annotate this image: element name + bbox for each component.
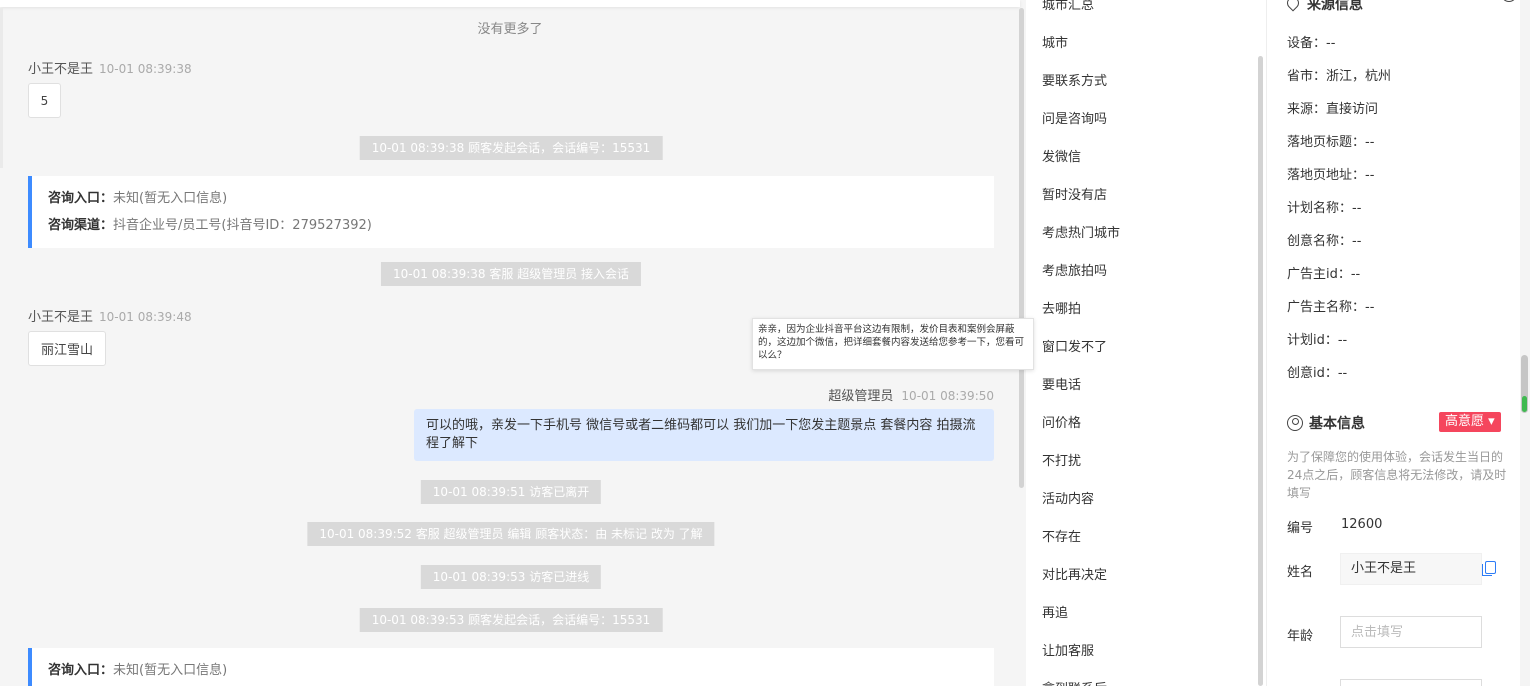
quick-reply-item[interactable]: 窗口发不了	[1042, 336, 1107, 355]
quick-reply-item[interactable]: 让加客服	[1042, 640, 1094, 659]
customer-age-field[interactable]	[1340, 616, 1482, 648]
customer-age-label: 年龄	[1287, 629, 1314, 644]
consult-channel-value: 抖音企业号/员工号(抖音号ID：279527392)	[113, 218, 372, 233]
source-info-title: 来源信息	[1284, 0, 1517, 14]
quick-reply-item[interactable]: 城市	[1042, 32, 1068, 51]
quick-reply-item[interactable]: 再追	[1042, 602, 1068, 621]
customer-info-panel: 来源信息 设备：-- 省市：浙江，杭州 来源：直接访问 落地页标题：-- 落地页…	[1266, 0, 1530, 686]
quick-reply-item[interactable]: 考虑旅拍吗	[1042, 260, 1107, 279]
visitor-message-header: 小王不是王 10-01 08:39:48	[28, 306, 192, 325]
visitor-message-header: 小王不是王 10-01 08:39:38	[28, 58, 192, 77]
quick-reply-item[interactable]: 暂时没有店	[1042, 184, 1107, 203]
source-field-region: 省市：浙江，杭州	[1287, 69, 1392, 84]
edit-deadline-note: 为了保障您的使用体验，会话发生当日的24点之后，顾客信息将无法修改，请及时填写	[1287, 450, 1507, 500]
quick-reply-item[interactable]: 去哪拍	[1042, 298, 1081, 317]
visitor-message-bubble[interactable]: 丽江雪山	[28, 331, 106, 366]
consult-entry-value: 未知(暂无入口信息)	[113, 191, 228, 206]
quick-reply-item[interactable]: 考虑热门城市	[1042, 222, 1120, 241]
consult-entry-row: 咨询入口：未知(暂无入口信息)	[48, 657, 978, 684]
source-field-advertiser-id: 广告主id：--	[1287, 267, 1361, 282]
customer-name-field[interactable]: 小王不是王	[1340, 553, 1482, 585]
consult-entry-value: 未知(暂无入口信息)	[113, 663, 228, 678]
quick-reply-item[interactable]: 活动内容	[1042, 488, 1094, 507]
quick-reply-item[interactable]: 不存在	[1042, 526, 1081, 545]
message-time: 10-01 08:39:50	[901, 389, 994, 403]
quick-reply-item[interactable]: 拿到联系后	[1042, 678, 1107, 686]
source-field-device: 设备：--	[1287, 36, 1336, 51]
copy-icon[interactable]	[1482, 561, 1496, 576]
system-message: 10-01 08:39:52 客服 超级管理员 编辑 顾客状态：由 未标记 改为…	[307, 522, 715, 546]
phrase-preview-tooltip: 亲亲，因为企业抖音平台这边有限制，发价目表和案例会屏蔽的，这边加个微信，把详细套…	[752, 318, 1034, 370]
intent-level-dropdown[interactable]: 高意愿 ▾	[1439, 412, 1501, 432]
quick-reply-item[interactable]: 对比再决定	[1042, 564, 1107, 583]
sender-name: 小王不是王	[28, 310, 94, 325]
scroll-position-marker	[1522, 396, 1527, 412]
consult-info-card: 咨询入口：未知(暂无入口信息) 咨询渠道：抖音企业号/员工号(抖音号ID：279…	[28, 176, 994, 248]
chat-header-bar	[0, 0, 1020, 7]
quick-reply-item[interactable]: 不打扰	[1042, 450, 1081, 469]
source-field-landing-url: 落地页地址：--	[1287, 168, 1375, 183]
agent-name: 超级管理员	[828, 389, 894, 404]
quick-reply-scrollbar-thumb[interactable]	[1258, 56, 1263, 686]
system-message: 10-01 08:39:51 访客已离开	[420, 480, 602, 504]
basic-info-title: 基本信息	[1287, 413, 1365, 433]
consult-entry-label: 咨询入口：	[48, 191, 114, 206]
next-field-input[interactable]	[1340, 679, 1482, 686]
sender-name: 小王不是王	[28, 62, 94, 77]
consult-entry-row: 咨询入口：未知(暂无入口信息)	[48, 185, 978, 212]
source-field-plan-name: 计划名称：--	[1287, 201, 1362, 216]
chat-scrollbar-thumb[interactable]	[1019, 8, 1024, 488]
visitor-message-bubble[interactable]: 5	[28, 83, 61, 118]
source-field-creative-name: 创意名称：--	[1287, 234, 1362, 249]
system-message: 10-01 08:39:38 顾客发起会话，会话编号：15531	[359, 136, 663, 160]
customer-id-value: 12600	[1341, 517, 1383, 532]
system-message: 10-01 08:39:38 客服 超级管理员 接入会话	[380, 262, 642, 286]
quick-reply-item[interactable]: 要电话	[1042, 374, 1081, 393]
shield-icon[interactable]	[1501, 0, 1517, 2]
source-field-origin: 来源：直接访问	[1287, 102, 1379, 117]
quick-reply-list: 城市汇总 城市 要联系方式 问是咨询吗 发微信 暂时没有店 考虑热门城市 考虑旅…	[1026, 0, 1266, 686]
quick-reply-item[interactable]: 要联系方式	[1042, 70, 1107, 89]
consult-channel-label: 咨询渠道：	[48, 218, 114, 233]
quick-reply-item[interactable]: 问是咨询吗	[1042, 108, 1107, 127]
source-field-landing-title: 落地页标题：--	[1287, 135, 1375, 150]
source-field-advertiser-name: 广告主名称：--	[1287, 300, 1375, 315]
quick-reply-item[interactable]: 发微信	[1042, 146, 1081, 165]
quick-reply-item[interactable]: 城市汇总	[1042, 0, 1094, 13]
quick-reply-item[interactable]: 问价格	[1042, 412, 1081, 431]
message-time: 10-01 08:39:38	[99, 62, 192, 76]
customer-name-label: 姓名	[1287, 565, 1314, 580]
message-time: 10-01 08:39:48	[99, 310, 192, 324]
system-message: 10-01 08:39:53 顾客发起会话，会话编号：15531	[359, 608, 663, 632]
location-pin-icon	[1284, 0, 1302, 12]
system-message: 10-01 08:39:53 访客已进线	[420, 565, 602, 589]
no-more-text: 没有更多了	[477, 22, 543, 37]
source-field-plan-id: 计划id：--	[1287, 333, 1348, 348]
source-field-creative-id: 创意id：--	[1287, 366, 1348, 381]
consult-info-card: 咨询入口：未知(暂无入口信息)	[28, 648, 994, 686]
agent-message-bubble[interactable]: 可以的哦，亲发一下手机号 微信号或者二维码都可以 我们加一下您发主题景点 套餐内…	[414, 409, 994, 461]
customer-id-label: 编号	[1287, 521, 1314, 536]
agent-message-header: 超级管理员 10-01 08:39:50	[828, 385, 994, 404]
user-circle-icon	[1287, 415, 1303, 431]
consult-entry-label: 咨询入口：	[48, 663, 114, 678]
info-panel-scrollbar[interactable]	[1520, 0, 1530, 686]
consult-channel-row: 咨询渠道：抖音企业号/员工号(抖音号ID：279527392)	[48, 212, 978, 239]
